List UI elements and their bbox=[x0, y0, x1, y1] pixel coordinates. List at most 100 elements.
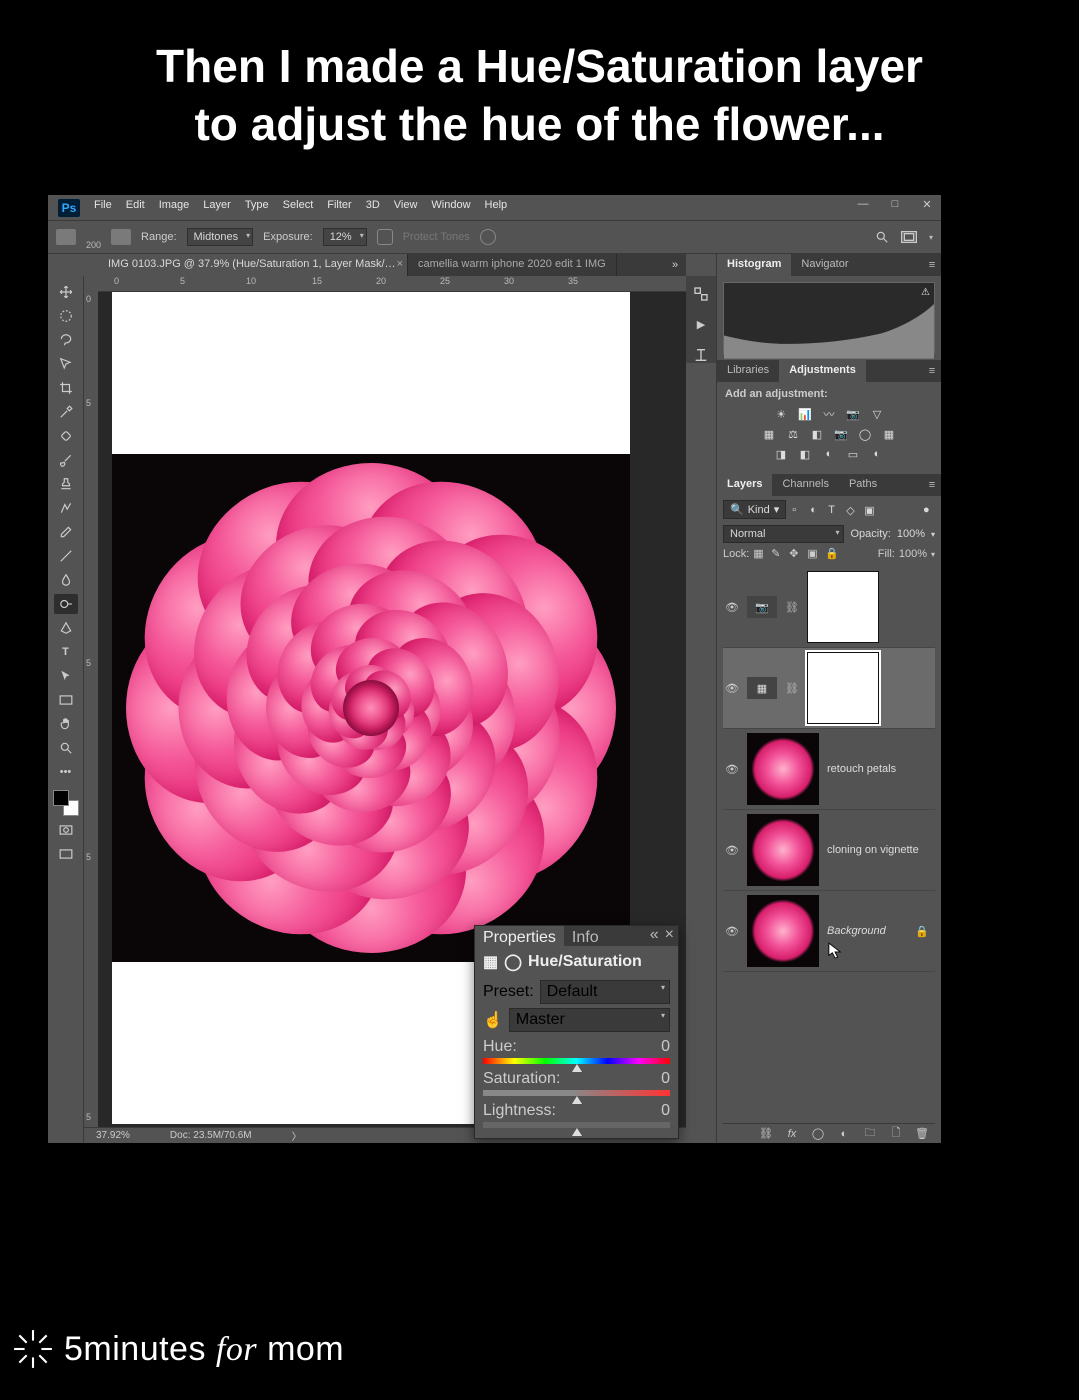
hue-value[interactable]: 0 bbox=[661, 1038, 670, 1056]
type-tool-icon[interactable]: T bbox=[54, 642, 78, 662]
tab-close-icon[interactable]: × bbox=[397, 258, 403, 270]
marquee-tool-icon[interactable] bbox=[54, 306, 78, 326]
tab-navigator[interactable]: Navigator bbox=[791, 254, 858, 276]
lightness-slider[interactable] bbox=[483, 1122, 670, 1128]
protect-tones-label[interactable]: Protect Tones bbox=[403, 231, 470, 243]
tab-properties[interactable]: Properties bbox=[475, 926, 564, 946]
exposure-dropdown[interactable]: 12% bbox=[323, 228, 367, 246]
menu-filter[interactable]: Filter bbox=[327, 199, 351, 211]
panel-menu-icon[interactable]: ≡ bbox=[923, 474, 941, 496]
menu-file[interactable]: File bbox=[94, 199, 112, 211]
layer-row[interactable]: 👁 retouch petals bbox=[723, 729, 935, 810]
pen-tool-icon[interactable] bbox=[54, 618, 78, 638]
adj-gradientmap-icon[interactable]: ▭ bbox=[845, 446, 861, 462]
menu-3d[interactable]: 3D bbox=[366, 199, 380, 211]
airbrush-toggle-icon[interactable] bbox=[377, 229, 393, 245]
search-icon[interactable] bbox=[875, 230, 889, 244]
tab-channels[interactable]: Channels bbox=[772, 474, 838, 496]
adj-vibrance-icon[interactable]: ▽ bbox=[869, 406, 885, 422]
filter-kind-dropdown[interactable]: 🔍 Kind ▾ bbox=[723, 500, 786, 519]
menu-view[interactable]: View bbox=[394, 199, 418, 211]
adj-photofilter-icon[interactable]: 📷 bbox=[833, 426, 849, 442]
dodge-tool-icon[interactable] bbox=[54, 594, 78, 614]
quickmask-icon[interactable] bbox=[54, 820, 78, 840]
doc-tab-active[interactable]: IMG 0103.JPG @ 37.9% (Hue/Saturation 1, … bbox=[98, 254, 408, 276]
history-panel-icon[interactable] bbox=[693, 286, 709, 302]
tab-paths[interactable]: Paths bbox=[839, 474, 887, 496]
properties-panel[interactable]: Properties Info « × ▦ ◯ Hue/Saturation P… bbox=[474, 925, 679, 1139]
adj-brightness-icon[interactable]: ☀ bbox=[773, 406, 789, 422]
lock-all-icon[interactable]: 🔒 bbox=[825, 547, 839, 561]
window-minimize-icon[interactable]: — bbox=[855, 198, 871, 211]
mask-icon[interactable]: ◯ bbox=[504, 952, 522, 972]
lock-position-icon[interactable]: ✥ bbox=[789, 547, 803, 561]
quick-select-tool-icon[interactable] bbox=[54, 354, 78, 374]
adj-channelmixer-icon[interactable]: ◯ bbox=[857, 426, 873, 442]
visibility-icon[interactable]: 👁 bbox=[725, 925, 739, 938]
filter-pixel-icon[interactable]: ▫ bbox=[792, 504, 804, 516]
tab-histogram[interactable]: Histogram bbox=[717, 254, 791, 276]
saturation-slider[interactable] bbox=[483, 1090, 670, 1096]
zoom-tool-icon[interactable] bbox=[54, 738, 78, 758]
history-brush-tool-icon[interactable] bbox=[54, 498, 78, 518]
adj-bw-icon[interactable]: ◧ bbox=[809, 426, 825, 442]
adj-colorlookup-icon[interactable]: ▦ bbox=[881, 426, 897, 442]
path-select-tool-icon[interactable] bbox=[54, 666, 78, 686]
layer-row[interactable]: 👁 cloning on vignette bbox=[723, 810, 935, 891]
menu-help[interactable]: Help bbox=[485, 199, 508, 211]
menu-window[interactable]: Window bbox=[431, 199, 470, 211]
filter-type-icon[interactable]: T bbox=[828, 504, 840, 516]
doc-tab-inactive[interactable]: camellia warm iphone 2020 edit 1 IMG bbox=[408, 254, 617, 276]
layer-name[interactable]: Background bbox=[827, 925, 886, 937]
preset-dropdown[interactable]: Default bbox=[540, 980, 670, 1004]
menu-layer[interactable]: Layer bbox=[203, 199, 231, 211]
tabs-overflow-icon[interactable]: » bbox=[664, 254, 686, 276]
add-mask-icon[interactable]: ◯ bbox=[811, 1127, 825, 1140]
filter-smart-icon[interactable]: ▣ bbox=[864, 504, 876, 516]
visibility-icon[interactable]: 👁 bbox=[725, 601, 739, 614]
shape-tool-icon[interactable] bbox=[54, 690, 78, 710]
adj-huesat-icon[interactable]: ▦ bbox=[761, 426, 777, 442]
layer-fx-icon[interactable]: fx bbox=[785, 1128, 799, 1140]
new-layer-icon[interactable]: 🗋 bbox=[889, 1124, 903, 1143]
crop-tool-icon[interactable] bbox=[54, 378, 78, 398]
range-dropdown[interactable]: Midtones bbox=[187, 228, 254, 246]
adj-threshold-icon[interactable]: ◐ bbox=[821, 446, 837, 462]
new-adjustment-icon[interactable]: ◐ bbox=[837, 1128, 851, 1140]
actions-panel-icon[interactable]: ▶ bbox=[697, 318, 705, 331]
menu-type[interactable]: Type bbox=[245, 199, 269, 211]
lock-pixels-icon[interactable]: ✎ bbox=[771, 547, 785, 561]
tab-info[interactable]: Info bbox=[564, 926, 607, 946]
stamp-tool-icon[interactable] bbox=[54, 474, 78, 494]
gradient-tool-icon[interactable] bbox=[54, 546, 78, 566]
adj-colorbalance-icon[interactable]: ⚖ bbox=[785, 426, 801, 442]
panel-menu-icon[interactable]: ≡ bbox=[923, 360, 941, 382]
brush-tool-icon[interactable] bbox=[54, 450, 78, 470]
mask-link-icon[interactable]: ⛓ bbox=[785, 601, 799, 614]
panel-menu-icon[interactable]: ≡ bbox=[923, 254, 941, 276]
tool-preset-icon[interactable] bbox=[56, 229, 76, 245]
mask-thumb[interactable] bbox=[807, 652, 879, 724]
menu-select[interactable]: Select bbox=[283, 199, 314, 211]
screenmode-caret-icon[interactable]: ▾ bbox=[929, 233, 933, 242]
screenmode-tool-icon[interactable] bbox=[54, 844, 78, 864]
adj-curves-icon[interactable]: 〰 bbox=[821, 406, 837, 422]
mask-link-icon[interactable]: ⛓ bbox=[785, 682, 799, 695]
zoom-level[interactable]: 37.92% bbox=[96, 1130, 130, 1141]
layer-thumb[interactable] bbox=[747, 814, 819, 886]
opacity-caret-icon[interactable]: ▾ bbox=[931, 530, 935, 539]
eyedropper-tool-icon[interactable] bbox=[54, 402, 78, 422]
tab-libraries[interactable]: Libraries bbox=[717, 360, 779, 382]
visibility-icon[interactable]: 👁 bbox=[725, 844, 739, 857]
adj-selectivecolor-icon[interactable]: ◐ bbox=[869, 446, 885, 462]
visibility-icon[interactable]: 👁 bbox=[725, 682, 739, 695]
character-panel-icon[interactable] bbox=[693, 347, 709, 363]
finger-tool-icon[interactable]: ☝ bbox=[483, 1010, 503, 1030]
doc-info[interactable]: Doc: 23.5M/70.6M bbox=[170, 1130, 252, 1141]
layer-row[interactable]: 👁 📷 ⛓ bbox=[723, 567, 935, 648]
color-swatches[interactable] bbox=[53, 790, 79, 816]
mask-thumb[interactable] bbox=[807, 571, 879, 643]
fill-caret-icon[interactable]: ▾ bbox=[931, 550, 935, 559]
layer-row-selected[interactable]: 👁 ▦ ⛓ bbox=[723, 648, 935, 729]
layer-thumb[interactable] bbox=[747, 895, 819, 967]
